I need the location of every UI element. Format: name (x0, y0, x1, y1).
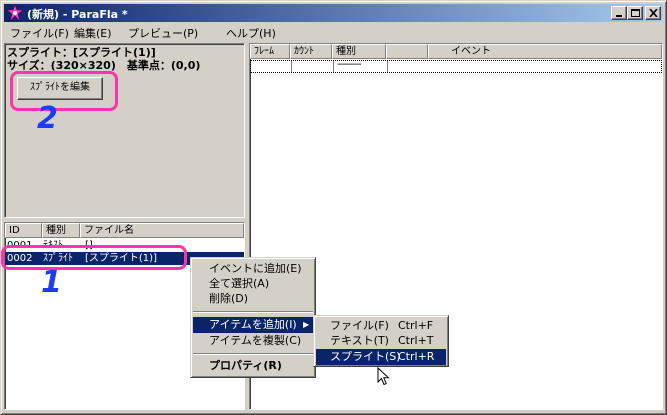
window-title: (新規) - ParaFla * (27, 8, 128, 21)
mouse-cursor-icon (377, 367, 390, 386)
cell-divider (291, 61, 292, 72)
menu-bar: ファイル(F) 編集(E) プレビュー(P) ヘルプ(H) (4, 23, 663, 41)
menu-preview[interactable]: プレビュー(P) (128, 25, 198, 41)
column-header-frame[interactable]: ﾌﾚｰﾑ (250, 44, 290, 59)
menu-item-duplicate[interactable]: アイテムを複製(C) (193, 333, 313, 349)
submenu-item-accel: Ctrl+F (398, 319, 434, 332)
title-bar[interactable]: (新規) - ParaFla * (4, 4, 663, 23)
event-row[interactable]: --------- (250, 59, 662, 73)
column-header-id[interactable]: ID (5, 223, 42, 238)
close-icon (649, 9, 658, 17)
column-header-event[interactable]: イベント (428, 44, 662, 59)
menu-help[interactable]: ヘルプ(H) (226, 25, 276, 41)
menu-separator (193, 353, 313, 355)
submenu-item-sprite[interactable]: スプライト(S) Ctrl+R (316, 349, 446, 365)
menu-item-select-all[interactable]: 全て選択(A) (193, 276, 313, 292)
step-2-marker: 2 (37, 101, 58, 136)
submenu-item-accel: Ctrl+R (398, 350, 435, 363)
cell-divider (387, 61, 388, 72)
edit-button-highlight (10, 71, 118, 111)
column-header-count[interactable]: ｶｳﾝﾄ (290, 44, 332, 59)
event-kind: --------- (337, 59, 362, 70)
menu-separator (193, 311, 313, 313)
cell-divider (333, 61, 334, 72)
submenu-item-accel: Ctrl+T (398, 334, 434, 347)
maximize-icon (631, 9, 640, 17)
context-menu: イベントに追加(E) 全て選択(A) 削除(D) アイテムを追加(I) ▶ アイ… (190, 257, 316, 378)
close-button[interactable] (645, 6, 661, 20)
menu-item-delete[interactable]: 削除(D) (193, 291, 313, 307)
step-1-marker: 1 (41, 265, 62, 300)
submenu-item-file[interactable]: ファイル(F) Ctrl+F (316, 318, 446, 334)
submenu-item-label: スプライト(S) (330, 350, 401, 363)
menu-edit[interactable]: 編集(E) (74, 25, 112, 41)
menu-file[interactable]: ファイル(F) (10, 25, 69, 41)
column-header-blank[interactable] (386, 44, 428, 59)
app-window: (新規) - ParaFla * ファイル(F) 編集(E) プレビュー(P) … (0, 0, 667, 415)
minimize-button[interactable] (611, 6, 627, 20)
menu-item-label: アイテムを追加(I) (209, 318, 297, 331)
submenu-item-label: テキスト(T) (330, 334, 389, 347)
maximize-button[interactable] (627, 6, 643, 20)
submenu-item-text[interactable]: テキスト(T) Ctrl+T (316, 333, 446, 349)
submenu-arrow-icon: ▶ (303, 320, 310, 329)
submenu-item-label: ファイル(F) (330, 319, 389, 332)
parafla-app-icon[interactable] (6, 4, 24, 23)
column-header-filename[interactable]: ファイル名 (80, 223, 244, 238)
add-item-submenu: ファイル(F) Ctrl+F テキスト(T) Ctrl+T スプライト(S) C… (313, 315, 449, 367)
column-header-kind[interactable]: 種別 (42, 223, 80, 238)
menu-item-add-event[interactable]: イベントに追加(E) (193, 261, 313, 277)
minimize-icon (616, 15, 622, 17)
menu-item-properties[interactable]: プロパティ(R) (193, 358, 313, 374)
menu-item-add-item[interactable]: アイテムを追加(I) ▶ (193, 317, 313, 333)
selected-row-highlight (1, 245, 187, 270)
column-header-kind[interactable]: 種別 (332, 44, 386, 59)
